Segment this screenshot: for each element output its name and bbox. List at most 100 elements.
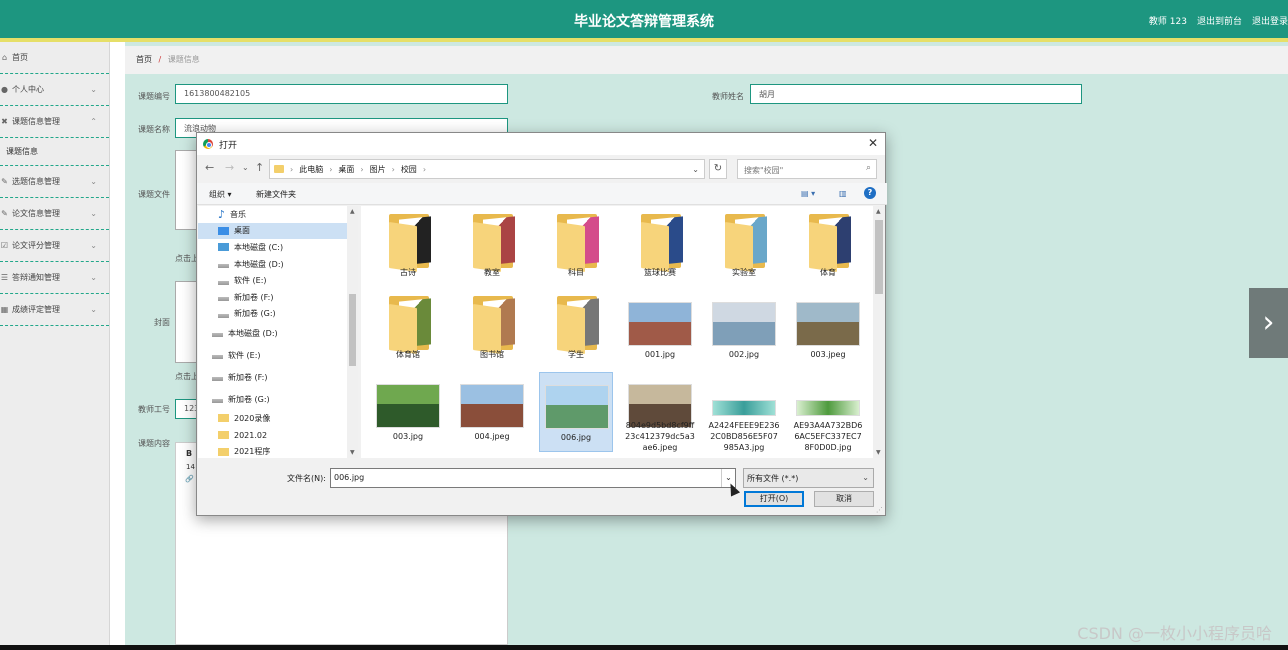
resize-grip-icon[interactable]: ⋰ [876,506,883,514]
editor-bold-button[interactable]: B [186,449,192,458]
path-segment[interactable]: 此电脑 [299,164,323,175]
grid-scroll-thumb[interactable] [875,220,883,294]
chevron-down-icon: ⌄ [90,177,97,186]
folder-item[interactable]: 古诗 [371,208,445,288]
sidebar-item-home[interactable]: ⌂ 首页 [0,42,109,74]
open-button[interactable]: 打开(O) [744,491,804,507]
select-icon: ✎ [1,177,8,186]
image-file-item[interactable]: 002.jpg [707,290,781,370]
scroll-down-icon[interactable]: ▼ [876,449,881,456]
sidebar-item-notice[interactable]: ☰ 答辩通知管理 ⌄ [0,262,109,294]
content-label: 课题内容 [138,439,170,448]
folder-item[interactable]: 科目 [539,208,613,288]
nav-item[interactable]: 本地磁盘 (C:) [198,239,358,256]
help-icon[interactable]: ? [864,187,876,199]
teacher-name-input[interactable]: 胡月 [750,84,1082,104]
file-name: 004.jpeg [474,432,510,441]
path-segment[interactable]: 校园 [401,164,417,175]
nav-item[interactable]: 软件 (E:) [198,272,358,289]
breadcrumb-current: 课题信息 [167,55,200,64]
folder-item[interactable]: 学生 [539,290,613,370]
nav-scroll-thumb[interactable] [349,294,356,366]
close-icon[interactable]: ✕ [868,136,878,150]
sidebar-item-paper[interactable]: ✎ 论文信息管理 ⌄ [0,198,109,230]
search-input[interactable]: 搜索"校园" ⌕ [737,159,877,179]
watermark: CSDN @一枚小小程序员哈 [1077,624,1272,643]
nav-item[interactable]: 新加卷 (G:) [198,388,358,410]
address-bar[interactable]: › 此电脑 › 桌面 › 图片 › 校园 › ⌄ [269,159,705,179]
image-file-item[interactable]: 003.jpeg [791,290,865,370]
file-type-select[interactable]: 所有文件 (*.*) ⌄ [743,468,874,488]
forward-arrow-icon[interactable]: → [225,161,234,174]
image-file-item[interactable]: 003.jpg [371,372,445,452]
nav-item[interactable]: 新加卷 (G:) [198,306,358,323]
image-file-item[interactable]: AE93A4A732BD66AC5EFC337EC78F0D0D.jpg [791,372,865,452]
sidebar-item-grade[interactable]: ☑ 论文评分管理 ⌄ [0,230,109,262]
chevron-right-icon: › [1262,305,1275,340]
back-arrow-icon[interactable]: ← [205,161,214,174]
scroll-up-icon[interactable]: ▲ [350,208,355,215]
image-thumbnail [712,302,776,346]
breadcrumb-home[interactable]: 首页 [136,55,152,64]
filename-input[interactable]: 006.jpg ⌄ [330,468,736,488]
refresh-icon[interactable]: ↻ [709,159,727,179]
nav-item[interactable]: 新加卷 (F:) [198,289,358,306]
folder-icon [389,296,435,354]
sidebar-subitem-topic-info[interactable]: 课题信息 [0,138,109,166]
folder-item[interactable]: 图书馆 [455,290,529,370]
nav-item[interactable]: 2021.02 [198,427,358,444]
grid-scrollbar[interactable]: ▲ ▼ [873,206,885,458]
path-segment[interactable]: 图片 [370,164,386,175]
dialog-toolbar: 组织 ▾ 新建文件夹 ▤ ▾ ▥ ? [197,183,887,205]
folder-item[interactable]: 实验室 [707,208,781,288]
file-name: A2424FEEE9E2362C0BD856E5F07985A3.jpg [708,421,780,452]
next-arrow-button[interactable]: › [1249,288,1288,358]
link-icon[interactable]: 🔗 [185,475,194,483]
nav-item[interactable]: 本地磁盘 (D:) [198,256,358,273]
nav-item[interactable]: 新加卷 (F:) [198,366,358,388]
back-to-front-link[interactable]: 退出到前台 [1197,14,1242,27]
scroll-up-icon[interactable]: ▲ [876,208,881,215]
organize-button[interactable]: 组织 ▾ [209,189,232,200]
address-dropdown-icon[interactable]: ⌄ [692,165,699,174]
editor-size-select[interactable]: 14 [186,463,195,471]
nav-item[interactable]: 桌面 [198,222,358,240]
image-file-item[interactable]: 804e9d5bd8cf9ff23c412379dc5a3ae6.jpeg [623,372,697,452]
file-grid: 古诗 教室 科目 篮球比赛 实验室 体育 体育馆 图书馆 学生 001.jpg 002.jpg 003… [361,206,873,458]
recent-dropdown-icon[interactable]: ⌄ [242,163,249,172]
sidebar-item-profile[interactable]: ● 个人中心 ⌄ [0,74,109,106]
view-options-icon[interactable]: ▤ ▾ [801,189,815,198]
teacher-no-label: 教师工号 [138,405,170,414]
nav-scrollbar[interactable]: ▲ ▼ [347,206,358,458]
folder-item[interactable]: 体育馆 [371,290,445,370]
image-file-item[interactable]: 006.jpg [539,372,613,452]
scroll-down-icon[interactable]: ▼ [350,449,355,456]
new-folder-button[interactable]: 新建文件夹 [256,189,296,200]
up-arrow-icon[interactable]: ↑ [255,161,264,174]
image-file-item[interactable]: A2424FEEE9E2362C0BD856E5F07985A3.jpg [707,372,781,452]
sidebar-item-select[interactable]: ✎ 选题信息管理 ⌄ [0,166,109,198]
nav-item[interactable]: 2020录像 [198,410,358,427]
folder-item[interactable]: 篮球比赛 [623,208,697,288]
cancel-button[interactable]: 取消 [814,491,874,507]
folder-icon [218,431,229,440]
sidebar-item-score[interactable]: ▦ 成绩评定管理 ⌄ [0,294,109,326]
sidebar-item-topic[interactable]: ✖ 课题信息管理 ⌃ [0,106,109,138]
bottom-bar [0,645,1288,650]
nav-item[interactable]: 本地磁盘 (D:) [198,322,358,344]
logout-link[interactable]: 退出登录 [1252,14,1288,27]
folder-item[interactable]: 体育 [791,208,865,288]
topic-no-input[interactable]: 1613800482105 [175,84,508,104]
preview-pane-icon[interactable]: ▥ [839,189,847,198]
image-file-item[interactable]: 001.jpg [623,290,697,370]
folder-icon [557,296,603,354]
nav-item[interactable]: ♪ 音乐 [198,206,358,223]
nav-item[interactable]: 软件 (E:) [198,344,358,366]
image-thumbnail [545,385,609,429]
path-segment[interactable]: 桌面 [338,164,354,175]
chevron-down-icon: ⌄ [862,473,869,482]
folder-icon [725,214,771,272]
folder-item[interactable]: 教室 [455,208,529,288]
nav-item[interactable]: 2021程序 [198,443,358,458]
image-file-item[interactable]: 004.jpeg [455,372,529,452]
